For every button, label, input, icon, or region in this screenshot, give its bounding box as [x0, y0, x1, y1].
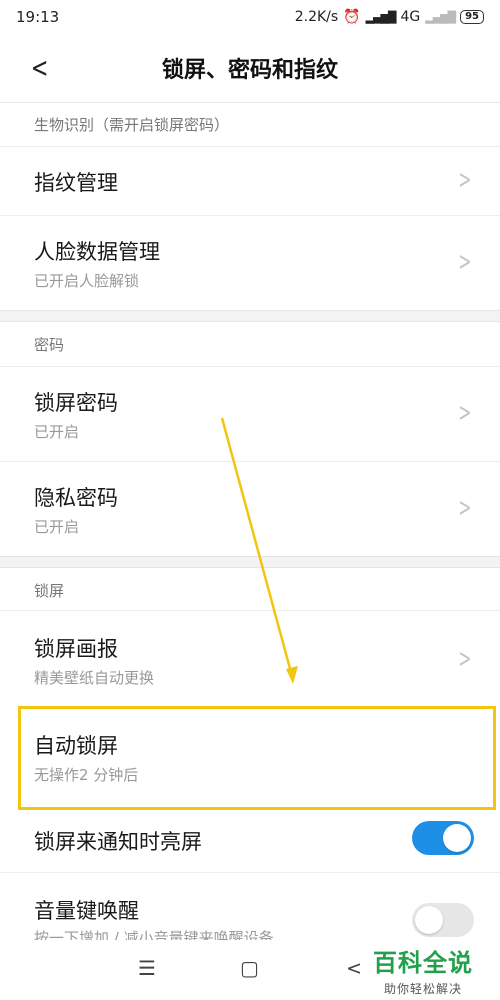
lockscreen-password-item[interactable]: 锁屏密码 已开启 > [0, 367, 500, 461]
menu-icon[interactable]: ☰ [138, 956, 156, 980]
network-speed: 2.2K/s [294, 9, 339, 25]
item-subtitle: 精美壁纸自动更换 [34, 669, 155, 687]
watermark-logo: 百科全说 助你轻松解决 [360, 940, 486, 998]
section-label-lockscreen: 锁屏 [34, 582, 65, 600]
item-title: 锁屏来通知时亮屏 [34, 830, 202, 854]
section-gap [0, 556, 500, 568]
status-time: 19:13 [16, 8, 60, 26]
item-title: 音量键唤醒 [34, 899, 139, 923]
item-subtitle: 已开启人脸解锁 [34, 272, 140, 290]
alarm-icon: ⏰ [343, 9, 361, 25]
item-title: 指纹管理 [34, 171, 118, 195]
chevron-left-icon[interactable]: < [31, 54, 49, 82]
volume-key-wake-toggle[interactable] [412, 903, 474, 937]
page-title: 锁屏、密码和指纹 [161, 58, 338, 83]
chevron-right-icon: > [458, 493, 472, 523]
section-label-biometrics: 生物识别（需开启锁屏密码） [34, 116, 230, 134]
toggle-knob [415, 906, 443, 934]
item-subtitle: 已开启 [34, 518, 80, 536]
item-title: 人脸数据管理 [34, 240, 160, 264]
home-square-icon[interactable]: ▢ [240, 956, 259, 980]
signal-icon: ▂▄▆█ [365, 10, 397, 24]
status-bar: 19:13 2.2K/s ⏰ ▂▄▆█ 4G ▂▄▆█ 95 [0, 0, 500, 34]
watermark-title: 百科全说 [373, 949, 473, 977]
network-type: 4G [400, 9, 421, 25]
lockscreen-wallpaper-item[interactable]: 锁屏画报 精美壁纸自动更换 > [0, 611, 500, 705]
volume-key-wake-item[interactable]: 音量键唤醒 按一下增加 / 减小音量键来唤醒设备 [0, 873, 500, 947]
highlight-box [18, 706, 496, 810]
battery-icon: 95 [460, 10, 484, 24]
privacy-password-item[interactable]: 隐私密码 已开启 > [0, 462, 500, 556]
section-gap [0, 310, 500, 322]
chevron-right-icon: > [458, 247, 472, 277]
chevron-right-icon: > [458, 165, 472, 195]
watermark-subtitle: 助你轻松解决 [383, 982, 462, 996]
wake-on-notification-toggle[interactable] [412, 821, 474, 855]
item-title: 锁屏画报 [34, 637, 118, 661]
wake-on-notification-item[interactable]: 锁屏来通知时亮屏 [0, 810, 500, 870]
item-title: 隐私密码 [34, 486, 118, 510]
status-icons: 2.2K/s ⏰ ▂▄▆█ 4G ▂▄▆█ 95 [295, 9, 484, 25]
fingerprint-management-item[interactable]: 指纹管理 > [0, 147, 500, 215]
section-label-password: 密码 [34, 336, 65, 354]
page-header: < 锁屏、密码和指纹 [0, 34, 500, 103]
toggle-knob [443, 824, 471, 852]
chevron-right-icon: > [458, 398, 472, 428]
chevron-right-icon: > [458, 644, 472, 674]
item-subtitle: 已开启 [34, 423, 80, 441]
signal-weak-icon: ▂▄▆█ [425, 10, 456, 24]
item-title: 锁屏密码 [34, 391, 118, 415]
face-data-item[interactable]: 人脸数据管理 已开启人脸解锁 > [0, 216, 500, 310]
